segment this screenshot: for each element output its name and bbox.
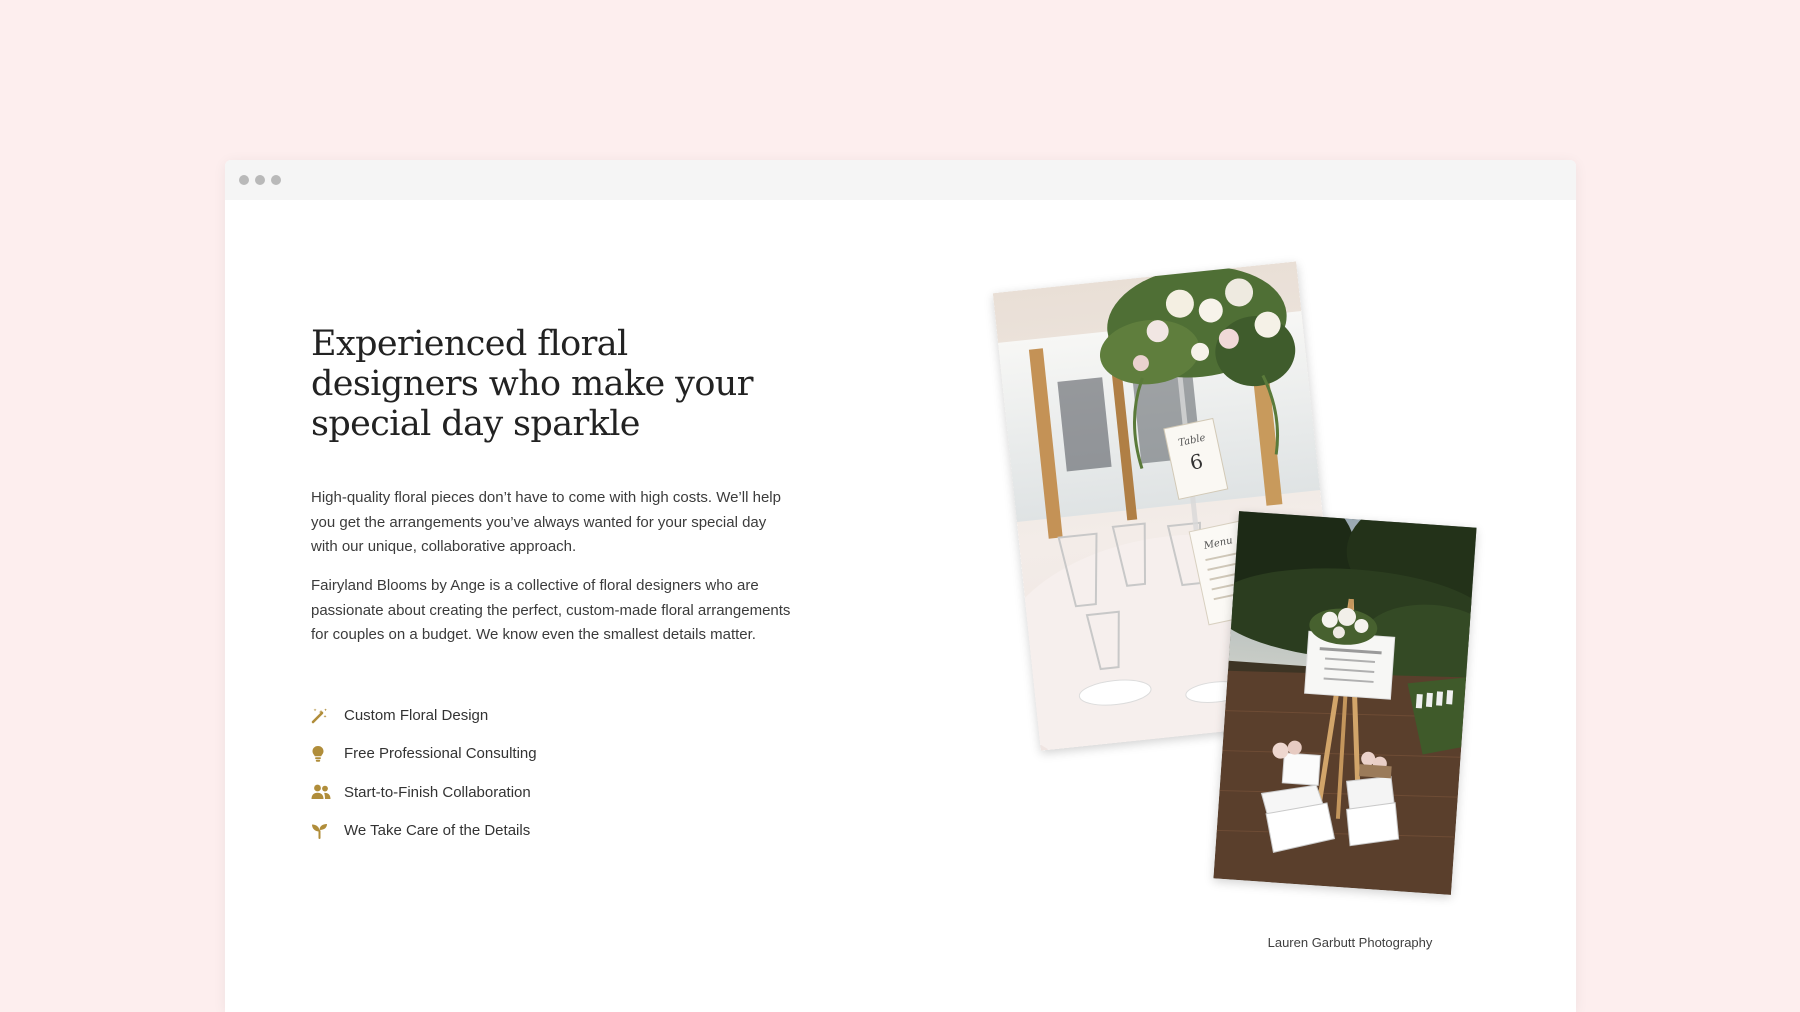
magic-wand-icon: [311, 706, 331, 724]
feature-label: Custom Floral Design: [344, 706, 489, 724]
welcome-sign-photo: [1213, 511, 1477, 895]
window-dot-minimize[interactable]: [255, 175, 265, 185]
seedling-icon: [311, 822, 331, 840]
lightbulb-icon: [311, 745, 331, 763]
browser-window: Experienced floral designers who make yo…: [225, 160, 1576, 1012]
feature-item-custom-floral-design: Custom Floral Design: [311, 696, 537, 735]
about-paragraph: Fairyland Blooms by Ange is a collective…: [311, 577, 791, 643]
window-dot-maximize[interactable]: [271, 175, 281, 185]
feature-label: Start-to-Finish Collaboration: [344, 783, 531, 801]
intro-paragraph: High-quality floral pieces don’t have to…: [311, 489, 781, 555]
feature-label: Free Professional Consulting: [344, 745, 537, 763]
browser-titlebar: [225, 160, 1576, 200]
feature-list: Custom Floral Design Free Professional C…: [311, 696, 537, 850]
feature-item-details: We Take Care of the Details: [311, 812, 537, 851]
users-icon: [311, 783, 331, 801]
hero-heading: Experienced floral designers who make yo…: [311, 324, 753, 444]
window-dot-close[interactable]: [239, 175, 249, 185]
feature-label: We Take Care of the Details: [344, 822, 531, 840]
feature-item-free-consulting: Free Professional Consulting: [311, 735, 537, 774]
feature-item-collaboration: Start-to-Finish Collaboration: [311, 773, 537, 812]
photo-credit: Lauren Garbutt Photography: [1267, 935, 1433, 950]
page-content: Experienced floral designers who make yo…: [225, 200, 1576, 1012]
